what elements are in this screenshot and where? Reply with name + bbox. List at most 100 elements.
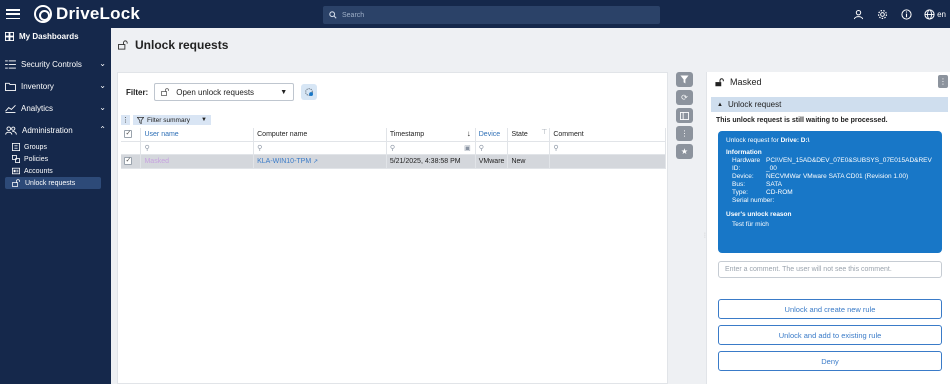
computer-search-cell[interactable]: ⚲ — [253, 141, 387, 155]
chevron-up-icon: ⌃ — [99, 125, 106, 134]
unlock-existing-rule-button[interactable]: Unlock and add to existing rule — [718, 325, 942, 345]
globe-icon[interactable]: en — [924, 8, 946, 20]
sidebar-item-analytics[interactable]: Analytics ⌄ — [0, 97, 111, 119]
search-placeholder: Search — [342, 11, 365, 19]
sidebar-item-inventory[interactable]: Inventory ⌄ — [0, 75, 111, 97]
search-input[interactable]: Search — [323, 6, 660, 24]
sidebar-subitem-policies[interactable]: Policies — [0, 153, 111, 165]
more-actions-button[interactable]: ⋮ — [676, 126, 693, 141]
user-cell: Masked — [140, 154, 255, 169]
select-all-cell[interactable] — [121, 128, 142, 142]
card-title: Unlock request for Drive: D:\ — [726, 137, 934, 145]
unlock-icon — [12, 179, 20, 187]
sidebar: My Dashboards Security Controls ⌄ Invent… — [0, 28, 111, 384]
row-checkbox[interactable] — [124, 156, 132, 165]
unlock-create-rule-button[interactable]: Unlock and create new rule — [718, 299, 942, 319]
calendar-icon[interactable]: ▣ — [464, 144, 471, 152]
comment-input[interactable]: Enter a comment. The user will not see t… — [718, 261, 942, 278]
column-header-user[interactable]: User name — [140, 128, 255, 142]
sidebar-subitem-groups[interactable]: Groups — [0, 141, 111, 153]
column-filter-icon[interactable]: ⊤ — [541, 128, 547, 136]
users-icon — [5, 125, 17, 135]
column-header-computer[interactable]: Computer name — [253, 128, 387, 142]
device-value: NECVMWar VMware SATA CD01 (Revision 1.00… — [766, 173, 909, 180]
column-header-timestamp[interactable]: Timestamp ↓ — [386, 128, 476, 142]
column-header-device[interactable]: Device — [475, 128, 509, 142]
sidebar-subitem-unlock-requests[interactable]: Unlock requests — [5, 177, 101, 189]
app-logo[interactable]: DriveLock — [34, 4, 140, 24]
type-row: Type: CD-ROM — [726, 189, 934, 197]
bus-label: Bus: — [732, 181, 746, 188]
info-icon[interactable] — [900, 8, 912, 20]
search-icon: ⚲ — [553, 144, 559, 152]
table-header-row: User name Computer name Timestamp ↓ Devi… — [121, 128, 666, 142]
requests-table: User name Computer name Timestamp ↓ Devi… — [121, 128, 666, 169]
menu-icon[interactable] — [6, 9, 20, 19]
filter-settings-button[interactable] — [301, 84, 318, 100]
sidebar-item-security-controls[interactable]: Security Controls ⌄ — [0, 53, 111, 75]
reason-section-label: User's unlock reason — [726, 211, 792, 218]
unlock-request-section-header[interactable]: ▲ Unlock request — [711, 97, 948, 112]
computer-link[interactable]: KLA-WIN10-TPM — [257, 158, 311, 165]
type-label: Type: — [732, 189, 748, 196]
unlock-icon — [161, 88, 170, 96]
sidebar-item-administration[interactable]: Administration ⌃ — [0, 119, 111, 141]
row-select-cell[interactable] — [121, 154, 142, 169]
detail-more-button[interactable]: ⋮ — [938, 75, 948, 88]
sidebar-label: Inventory — [21, 81, 54, 91]
filter-toolbar-button[interactable] — [676, 72, 693, 87]
favorite-button[interactable]: ★ — [676, 144, 693, 159]
user-search-cell[interactable]: ⚲ — [140, 141, 255, 155]
user-icon[interactable] — [852, 8, 864, 20]
filter-label: Filter: — [126, 87, 149, 97]
sidebar-sublabel: Unlock requests — [25, 179, 76, 187]
state-cell: New — [507, 154, 551, 169]
refresh-button[interactable]: ⟳ — [676, 90, 693, 105]
select-all-checkbox[interactable] — [124, 129, 132, 139]
computer-cell[interactable]: KLA-WIN10-TPM ↗ — [253, 154, 387, 169]
column-header-comment[interactable]: Comment — [549, 128, 666, 142]
reason-row: Test für mich — [726, 219, 934, 229]
timestamp-cell: 5/21/2025, 4:38:58 PM — [386, 154, 476, 169]
column-header-state[interactable]: State ⊤ — [507, 128, 551, 142]
chevron-down-icon: ⌄ — [99, 81, 106, 90]
sidebar-sublabel: Policies — [24, 155, 49, 163]
sidebar-sublabel: Accounts — [24, 167, 53, 175]
panel-resize-handle[interactable]: ⋮ — [702, 232, 708, 252]
device-search-cell[interactable]: ⚲ — [475, 141, 509, 155]
panel-icon — [680, 111, 689, 120]
unlock-icon — [118, 40, 128, 50]
detail-header: Masked — [707, 72, 950, 92]
serial-row: Serial number: — [726, 197, 934, 205]
card-title-drive: Drive: D:\ — [780, 137, 810, 144]
detail-user: Masked — [730, 77, 762, 87]
unlock-icon — [715, 77, 724, 86]
type-value: CD-ROM — [766, 189, 793, 196]
bus-value: SATA — [766, 181, 783, 188]
sidebar-subitem-accounts[interactable]: Accounts — [0, 165, 111, 177]
deny-button[interactable]: Deny — [718, 351, 942, 371]
logo-mark-icon — [34, 5, 52, 23]
app-brand: DriveLock — [56, 4, 141, 23]
comment-search-cell[interactable]: ⚲ — [549, 141, 666, 155]
vertical-toolbar: ⟳ ⋮ ★ — [676, 72, 694, 159]
groups-icon — [12, 143, 20, 151]
page-title-text: Unlock requests — [135, 38, 229, 52]
timestamp-search-cell[interactable]: ⚲ ▣ — [386, 141, 476, 155]
external-link-icon[interactable]: ↗ — [313, 159, 318, 165]
sidebar-item-dashboards[interactable]: My Dashboards — [0, 28, 111, 44]
gear-icon[interactable] — [876, 8, 888, 20]
detail-panel-button[interactable] — [676, 108, 693, 123]
sort-desc-icon[interactable]: ↓ — [467, 129, 471, 138]
refresh-icon: ⟳ — [681, 93, 688, 102]
filter-summary-button[interactable]: Filter summary ▼ — [133, 115, 211, 125]
section-title: Unlock request — [727, 100, 782, 109]
table-row[interactable]: Masked KLA-WIN10-TPM ↗ 5/21/2025, 4:38:5… — [121, 154, 666, 169]
hardware-id-label: Hardware ID: — [732, 157, 761, 172]
search-icon: ⚲ — [257, 144, 263, 152]
filter-select[interactable]: Open unlock requests ▼ — [154, 83, 295, 101]
chevron-down-icon: ⌄ — [99, 59, 106, 68]
filter-summary-label: Filter summary — [147, 116, 190, 124]
more-options-icon[interactable]: ⋮ — [121, 115, 130, 125]
list-icon — [5, 59, 16, 69]
